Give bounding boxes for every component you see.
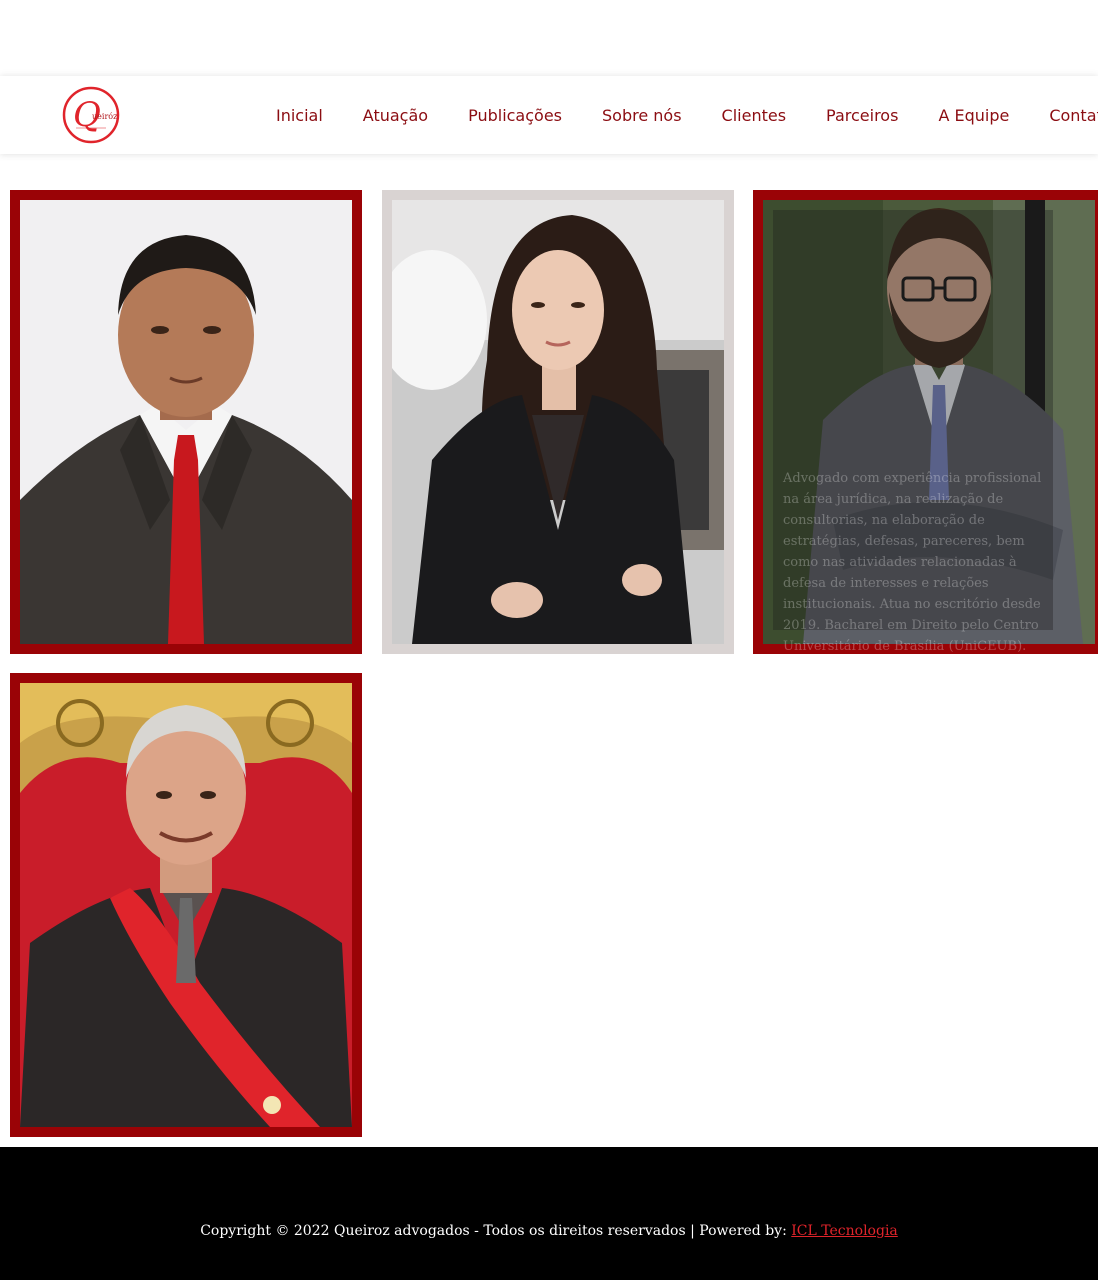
menu-item-contato[interactable]: Contato xyxy=(1029,104,1098,128)
copyright-label: Copyright © 2022 Queiroz advogados - Tod… xyxy=(200,1223,792,1239)
main-menu: Inicial Atuação Publicações Sobre nós Cl… xyxy=(256,104,1098,128)
bio-overlay-text: Advogado com experiência profissional na… xyxy=(783,471,1043,717)
bio-overlay-title xyxy=(783,260,1043,330)
menu-item-parceiros[interactable]: Parceiros xyxy=(806,104,918,128)
team-member-card[interactable] xyxy=(10,673,362,1137)
navbar: Q ueiróz Inicial Atuação Publicações Sob… xyxy=(0,76,1098,154)
team-member-card[interactable]: Advogado com experiência profissional na… xyxy=(753,190,1098,717)
footer: Copyright © 2022 Queiroz advogados - Tod… xyxy=(0,1147,1098,1280)
team-member-photo xyxy=(392,200,724,644)
copyright-text: Copyright © 2022 Queiroz advogados - Tod… xyxy=(0,1223,1098,1239)
team-member-card[interactable] xyxy=(10,190,362,654)
menu-item-publicacoes[interactable]: Publicações xyxy=(448,104,582,128)
top-spacer xyxy=(0,0,1098,76)
queiroz-logo[interactable]: Q ueiróz xyxy=(62,86,120,144)
menu-item-a-equipe[interactable]: A Equipe xyxy=(918,104,1029,128)
team-member-card[interactable] xyxy=(382,190,734,654)
bio-overlay: Advogado com experiência profissional na… xyxy=(773,210,1053,717)
team-member-photo xyxy=(20,200,352,644)
menu-item-inicial[interactable]: Inicial xyxy=(256,104,343,128)
menu-item-clientes[interactable]: Clientes xyxy=(702,104,807,128)
menu-item-sobre-nos[interactable]: Sobre nós xyxy=(582,104,702,128)
svg-text:ueiróz: ueiróz xyxy=(92,112,117,121)
powered-by-link[interactable]: ICL Tecnologia xyxy=(791,1223,898,1239)
team-member-photo xyxy=(20,683,352,1127)
menu-item-atuacao[interactable]: Atuação xyxy=(343,104,448,128)
